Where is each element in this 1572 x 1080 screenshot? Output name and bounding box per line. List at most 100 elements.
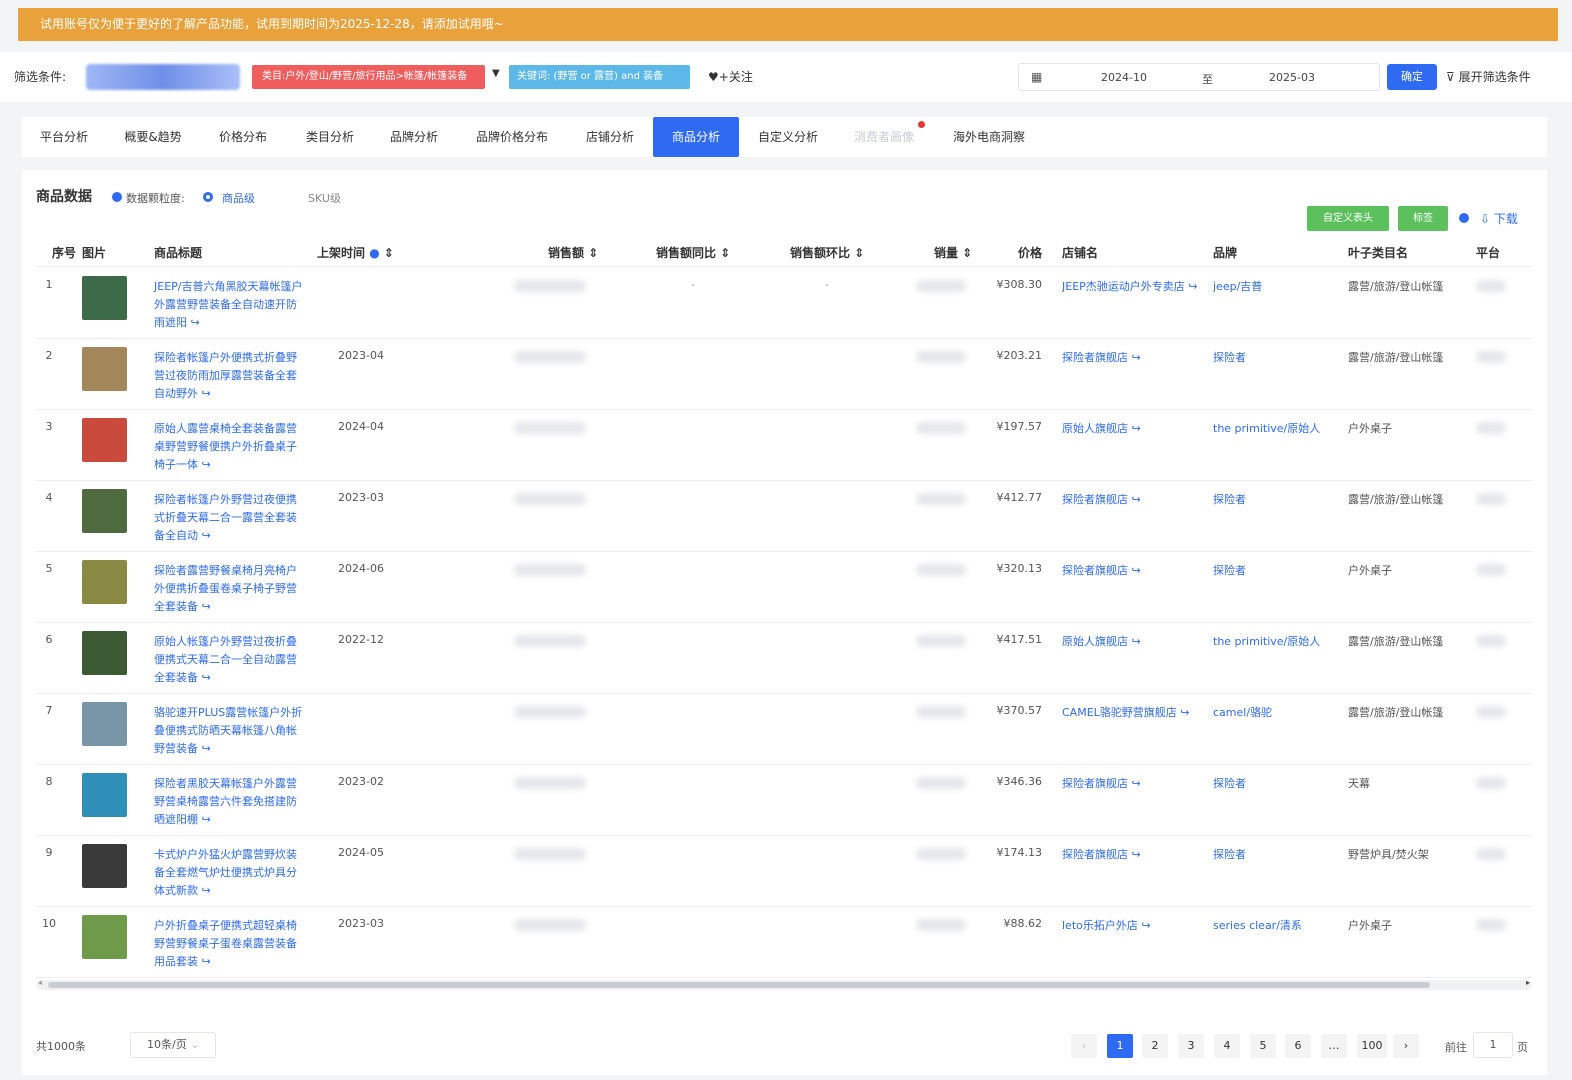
confirm-button[interactable]: 确定 (1387, 64, 1437, 90)
page-button[interactable]: 2 (1142, 1034, 1168, 1058)
product-image[interactable] (82, 631, 127, 675)
col-sales-yoy[interactable]: 销售额同比 ⇕ (656, 244, 730, 261)
product-title-link[interactable]: 原始人露营桌椅全套装备露营桌野营野餐便携户外折叠桌子椅子一体 ↪ (154, 420, 304, 474)
brand-link[interactable]: camel/骆驼 (1213, 704, 1339, 720)
external-link-icon[interactable]: ↪ (202, 387, 211, 400)
product-image[interactable] (82, 915, 127, 959)
external-link-icon[interactable]: ↪ (1132, 848, 1141, 861)
product-title-link[interactable]: 探险者露营野餐桌椅月亮椅户外便携折叠蛋卷桌子椅子野营全套装备 ↪ (154, 562, 304, 616)
external-link-icon[interactable]: ↪ (202, 884, 211, 897)
product-title-link[interactable]: 探险者黑胶天幕帐篷户外露营野营桌椅露营六件套免搭建防晒遮阳棚 ↪ (154, 775, 304, 829)
chevron-down-icon[interactable]: ▼ (492, 68, 500, 79)
col-sales[interactable]: 销售额 ⇕ (548, 244, 598, 261)
tab-goods[interactable]: 商品分析 (653, 117, 739, 157)
table-row[interactable]: 6 原始人帐篷户外野营过夜折叠便携式天幕二合一全自动露营全套装备 ↪ 2022-12… (36, 623, 1532, 694)
product-title-link[interactable]: 卡式炉户外猛火炉露营野炊装备全套燃气炉灶便携式炉具分体式新款 ↪ (154, 846, 304, 900)
external-link-icon[interactable]: ↪ (1188, 280, 1197, 293)
product-title-link[interactable]: JEEP/吉普六角黑胶天幕帐篷户外露营野营装备全自动速开防雨遮阳 ↪ (154, 278, 304, 332)
external-link-icon[interactable]: ↪ (1180, 706, 1189, 719)
page-size-select[interactable]: 10条/页 ⌄ (130, 1032, 216, 1058)
col-sales-mom[interactable]: 销售额环比 ⇕ (790, 244, 864, 261)
external-link-icon[interactable]: ↪ (202, 458, 211, 471)
page-button[interactable]: 6 (1285, 1034, 1311, 1058)
keyword-filter-tag[interactable]: 关键词: (野营 or 露营) and 装备 (509, 65, 690, 89)
level-sku-option[interactable]: SKU级 (308, 190, 341, 206)
external-link-icon[interactable]: ↪ (1132, 564, 1141, 577)
brand-link[interactable]: the primitive/原始人 (1213, 420, 1339, 436)
table-row[interactable]: 9 卡式炉户外猛火炉露营野炊装备全套燃气炉灶便携式炉具分体式新款 ↪ 2024-05… (36, 836, 1532, 907)
table-row[interactable]: 8 探险者黑胶天幕帐篷户外露营野营桌椅露营六件套免搭建防晒遮阳棚 ↪ 2023-02… (36, 765, 1532, 836)
next-page-button[interactable]: › (1393, 1034, 1419, 1058)
product-image[interactable] (82, 773, 127, 817)
external-link-icon[interactable]: ↪ (191, 316, 200, 329)
tab-overseas[interactable]: 海外电商洞察 (934, 117, 1044, 157)
tab-category[interactable]: 类目分析 (288, 117, 372, 157)
expand-filter-button[interactable]: ⊽ 展开筛选条件 (1446, 68, 1531, 85)
external-link-icon[interactable]: ↪ (202, 671, 211, 684)
page-button-last[interactable]: 100 (1357, 1034, 1387, 1058)
shop-link[interactable]: 探险者旗舰店 ↪ (1062, 775, 1212, 791)
radio-goods[interactable] (203, 192, 213, 202)
date-range-picker[interactable]: ▦ 2024-10 至 2025-03 (1018, 63, 1380, 91)
product-image[interactable] (82, 844, 127, 888)
scroll-left-icon[interactable]: ◂ (38, 978, 42, 987)
shop-link[interactable]: 探险者旗舰店 ↪ (1062, 349, 1212, 365)
table-row[interactable]: 1 JEEP/吉普六角黑胶天幕帐篷户外露营野营装备全自动速开防雨遮阳 ↪ - - ¥30… (36, 268, 1532, 339)
brand-link[interactable]: the primitive/原始人 (1213, 633, 1339, 649)
shop-link[interactable]: 探险者旗舰店 ↪ (1062, 846, 1212, 862)
shop-link[interactable]: 探险者旗舰店 ↪ (1062, 491, 1212, 507)
external-link-icon[interactable]: ↪ (202, 600, 211, 613)
product-title-link[interactable]: 原始人帐篷户外野营过夜折叠便携式天幕二合一全自动露营全套装备 ↪ (154, 633, 304, 687)
product-title-link[interactable]: 探险者帐篷户外便携式折叠野营过夜防雨加厚露营装备全套自动野外 ↪ (154, 349, 304, 403)
shop-link[interactable]: 探险者旗舰店 ↪ (1062, 562, 1212, 578)
page-button[interactable]: 4 (1214, 1034, 1240, 1058)
page-ellipsis[interactable]: … (1321, 1034, 1347, 1058)
tab-shop[interactable]: 店铺分析 (570, 117, 650, 157)
external-link-icon[interactable]: ↪ (1132, 777, 1141, 790)
horizontal-scrollbar[interactable]: ◂ ▸ (36, 978, 1532, 990)
external-link-icon[interactable]: ↪ (202, 529, 211, 542)
scroll-thumb[interactable] (48, 982, 1430, 988)
external-link-icon[interactable]: ↪ (1132, 351, 1141, 364)
brand-link[interactable]: 探险者 (1213, 846, 1339, 862)
tab-platform[interactable]: 平台分析 (22, 117, 106, 157)
external-link-icon[interactable]: ↪ (1141, 919, 1150, 932)
brand-link[interactable]: jeep/吉普 (1213, 278, 1339, 294)
product-title-link[interactable]: 户外折叠桌子便携式超轻桌椅野营野餐桌子蛋卷桌露营装备用品套装 ↪ (154, 917, 304, 971)
brand-link[interactable]: 探险者 (1213, 775, 1339, 791)
custom-header-button[interactable]: 自定义表头 (1307, 206, 1389, 231)
prev-page-button[interactable]: ‹ (1071, 1034, 1097, 1058)
bookmark-button[interactable]: 标签 (1398, 206, 1448, 231)
filter-selector[interactable] (86, 64, 240, 90)
external-link-icon[interactable]: ↪ (1132, 635, 1141, 648)
scroll-right-icon[interactable]: ▸ (1526, 978, 1530, 987)
shop-link[interactable]: CAMEL骆驼野营旗舰店 ↪ (1062, 704, 1212, 720)
product-image[interactable] (82, 276, 127, 320)
table-row[interactable]: 2 探险者帐篷户外便携式折叠野营过夜防雨加厚露营装备全套自动野外 ↪ 2023-04… (36, 339, 1532, 410)
shop-link[interactable]: 原始人旗舰店 ↪ (1062, 420, 1212, 436)
product-image[interactable] (82, 418, 127, 462)
brand-link[interactable]: series clear/清系 (1213, 917, 1339, 933)
tab-overview[interactable]: 概要&趋势 (108, 117, 198, 157)
goto-page-input[interactable]: 1 (1473, 1032, 1513, 1058)
external-link-icon[interactable]: ↪ (1132, 422, 1141, 435)
tab-brand-price[interactable]: 品牌价格分布 (456, 117, 568, 157)
product-image[interactable] (82, 489, 127, 533)
product-title-link[interactable]: 探险者帐篷户外野营过夜便携式折叠天幕二合一露营全套装备全自动 ↪ (154, 491, 304, 545)
table-row[interactable]: 10 户外折叠桌子便携式超轻桌椅野营野餐桌子蛋卷桌露营装备用品套装 ↪ 2023-0… (36, 907, 1532, 978)
tab-price[interactable]: 价格分布 (200, 117, 286, 157)
external-link-icon[interactable]: ↪ (1132, 493, 1141, 506)
product-image[interactable] (82, 702, 127, 746)
table-row[interactable]: 7 骆驼速开PLUS露营帐篷户外折叠便携式防晒天幕帐篷八角帐野营装备 ↪ ¥370.… (36, 694, 1532, 765)
table-row[interactable]: 4 探险者帐篷户外野营过夜便携式折叠天幕二合一露营全套装备全自动 ↪ 2023-03… (36, 481, 1532, 552)
external-link-icon[interactable]: ↪ (202, 813, 211, 826)
download-button[interactable]: ⇩ 下载 (1480, 210, 1518, 227)
shop-link[interactable]: JEEP杰驰运动户外专卖店 ↪ (1062, 278, 1212, 294)
level-goods-option[interactable]: 商品级 (222, 190, 255, 206)
table-row[interactable]: 5 探险者露营野餐桌椅月亮椅户外便携折叠蛋卷桌子椅子野营全套装备 ↪ 2024-06… (36, 552, 1532, 623)
category-filter-tag[interactable]: 类目:户外/登山/野营/旅行用品>帐篷/帐篷装备 (252, 65, 485, 89)
help-icon[interactable] (1459, 213, 1469, 223)
product-image[interactable] (82, 347, 127, 391)
brand-link[interactable]: 探险者 (1213, 491, 1339, 507)
follow-button[interactable]: ♥+关注 (708, 68, 753, 85)
